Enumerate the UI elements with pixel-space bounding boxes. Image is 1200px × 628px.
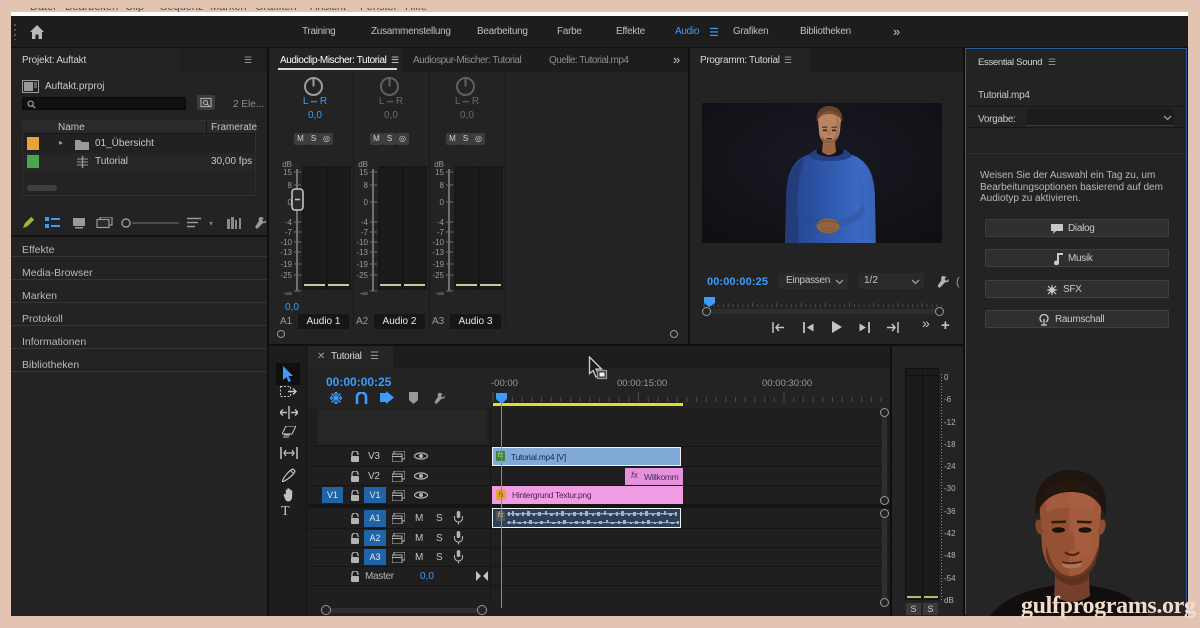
svg-text:-10: -10 bbox=[280, 238, 292, 247]
svg-text:-25: -25 bbox=[432, 271, 444, 280]
svg-text:-10: -10 bbox=[432, 238, 444, 247]
svg-text:15: 15 bbox=[435, 168, 444, 177]
svg-text:15: 15 bbox=[359, 168, 368, 177]
svg-text:15: 15 bbox=[283, 168, 292, 177]
svg-text:-13: -13 bbox=[432, 248, 444, 257]
svg-text:-19: -19 bbox=[356, 260, 368, 269]
svg-text:-19: -19 bbox=[280, 260, 292, 269]
svg-text:-13: -13 bbox=[356, 248, 368, 257]
svg-text:-∞: -∞ bbox=[436, 289, 445, 298]
svg-text:-∞: -∞ bbox=[284, 289, 293, 298]
svg-text:0: 0 bbox=[364, 198, 369, 207]
svg-text:-25: -25 bbox=[280, 271, 292, 280]
svg-text:-19: -19 bbox=[432, 260, 444, 269]
svg-text:-25: -25 bbox=[356, 271, 368, 280]
svg-text:8: 8 bbox=[364, 181, 369, 190]
svg-text:8: 8 bbox=[288, 181, 293, 190]
svg-text:-4: -4 bbox=[437, 218, 445, 227]
svg-text:-∞: -∞ bbox=[360, 289, 369, 298]
svg-text:0: 0 bbox=[440, 198, 445, 207]
svg-text:-10: -10 bbox=[356, 238, 368, 247]
svg-text:-7: -7 bbox=[285, 228, 293, 237]
svg-text:-4: -4 bbox=[285, 218, 293, 227]
svg-text:-7: -7 bbox=[437, 228, 445, 237]
svg-text:-7: -7 bbox=[361, 228, 369, 237]
svg-text:8: 8 bbox=[440, 181, 445, 190]
svg-text:-4: -4 bbox=[361, 218, 369, 227]
svg-text:-13: -13 bbox=[280, 248, 292, 257]
